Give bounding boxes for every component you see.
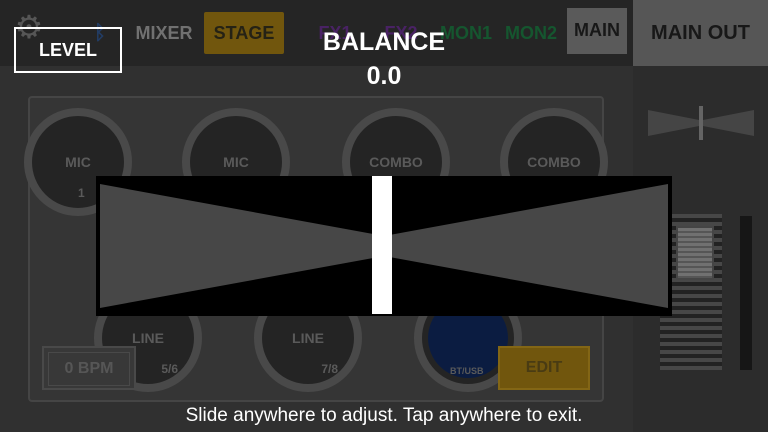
balance-position-marker[interactable]	[372, 176, 392, 314]
balance-overlay[interactable]: LEVEL BALANCE 0.0 Slide anywhere to adju…	[0, 0, 768, 432]
balance-value: 0.0	[366, 62, 402, 90]
overlay-hint: Slide anywhere to adjust. Tap anywhere t…	[185, 405, 583, 426]
balance-title: BALANCE	[322, 28, 446, 56]
